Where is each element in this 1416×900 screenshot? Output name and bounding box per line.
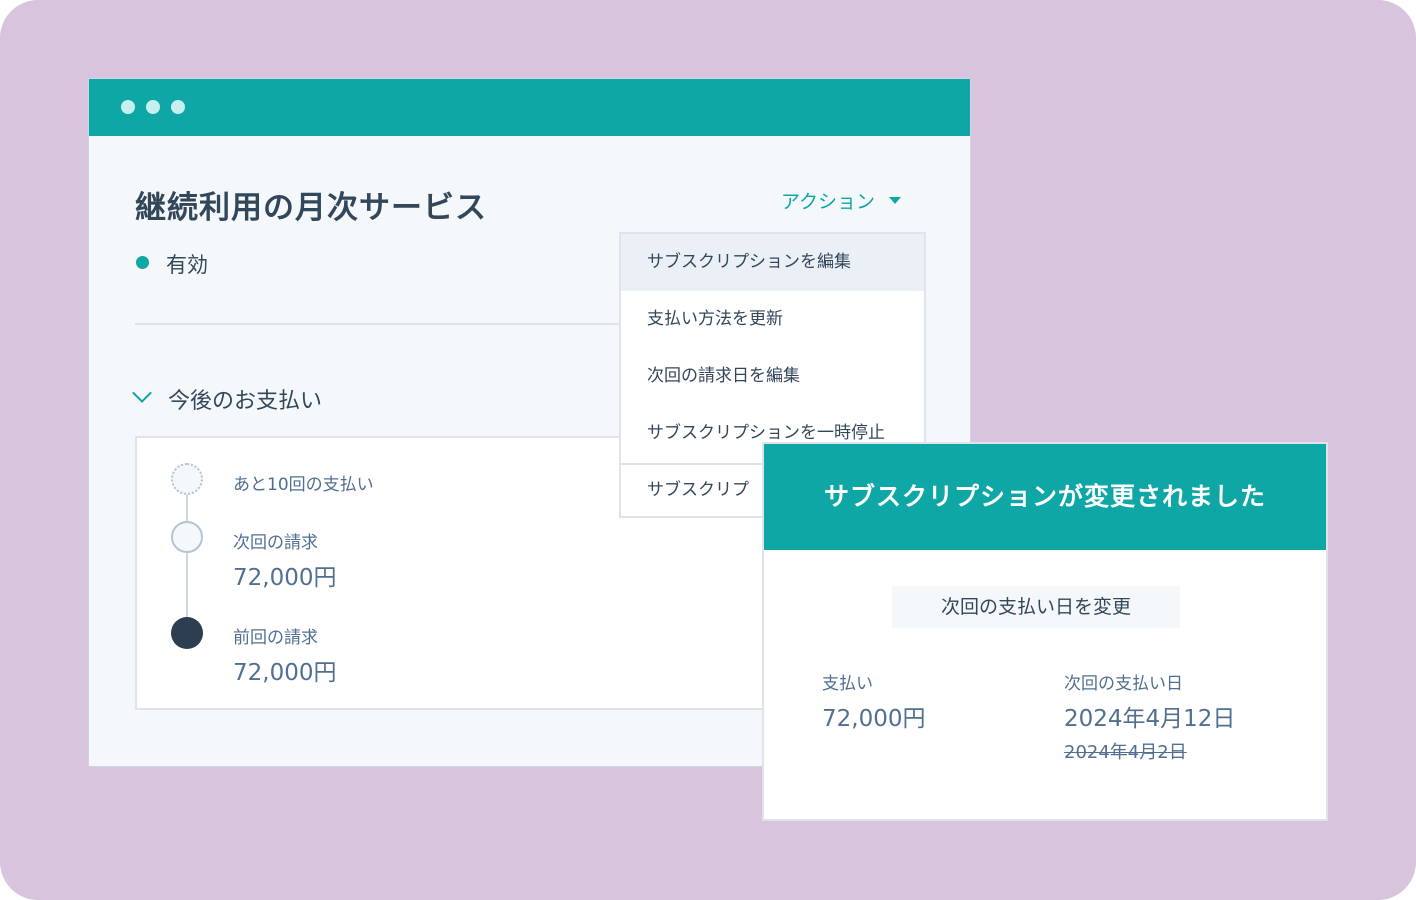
- window-dot-icon: [146, 100, 160, 114]
- caret-down-icon: [889, 197, 902, 204]
- page-title: 継続利用の月次サービス: [135, 190, 487, 226]
- timeline-label: 前回の請求: [233, 628, 318, 648]
- menu-item-update-payment-method[interactable]: 支払い方法を更新: [621, 291, 924, 348]
- payment-value: 72,000円: [822, 706, 926, 732]
- menu-item-edit-subscription[interactable]: サブスクリプションを編集: [621, 234, 924, 291]
- window-dot-icon: [121, 100, 135, 114]
- chevron-down-icon[interactable]: [132, 383, 152, 403]
- payment-label: 支払い: [822, 674, 873, 694]
- timeline-amount: 72,000円: [233, 660, 337, 686]
- timeline-amount: 72,000円: [233, 565, 337, 591]
- notification-card: サブスクリプションが変更されました 次回の支払い日を変更 支払い 72,000円…: [762, 442, 1328, 821]
- section-title[interactable]: 今後のお支払い: [168, 383, 322, 415]
- window-titlebar: [89, 79, 970, 136]
- change-tag: 次回の支払い日を変更: [892, 586, 1180, 628]
- notification-title: サブスクリプションが変更されました: [764, 444, 1326, 550]
- timeline-previous-icon: [171, 617, 203, 649]
- next-date-value: 2024年4月12日: [1064, 706, 1236, 732]
- timeline-label: 次回の請求: [233, 533, 318, 553]
- actions-button[interactable]: アクション: [781, 187, 902, 214]
- timeline-line: [186, 494, 188, 632]
- timeline-label: あと10回の支払い: [233, 475, 374, 495]
- actions-label: アクション: [781, 191, 876, 213]
- timeline-next-icon: [171, 521, 203, 553]
- status-text: 有効: [166, 253, 208, 277]
- next-date-label: 次回の支払い日: [1064, 674, 1183, 694]
- old-date-value: 2024年4月2日: [1064, 742, 1187, 763]
- menu-item-edit-next-billing-date[interactable]: 次回の請求日を編集: [621, 348, 924, 405]
- divider: [135, 323, 635, 325]
- window-dot-icon: [171, 100, 185, 114]
- status-dot-icon: [136, 256, 149, 269]
- timeline-pending-icon: [171, 463, 203, 495]
